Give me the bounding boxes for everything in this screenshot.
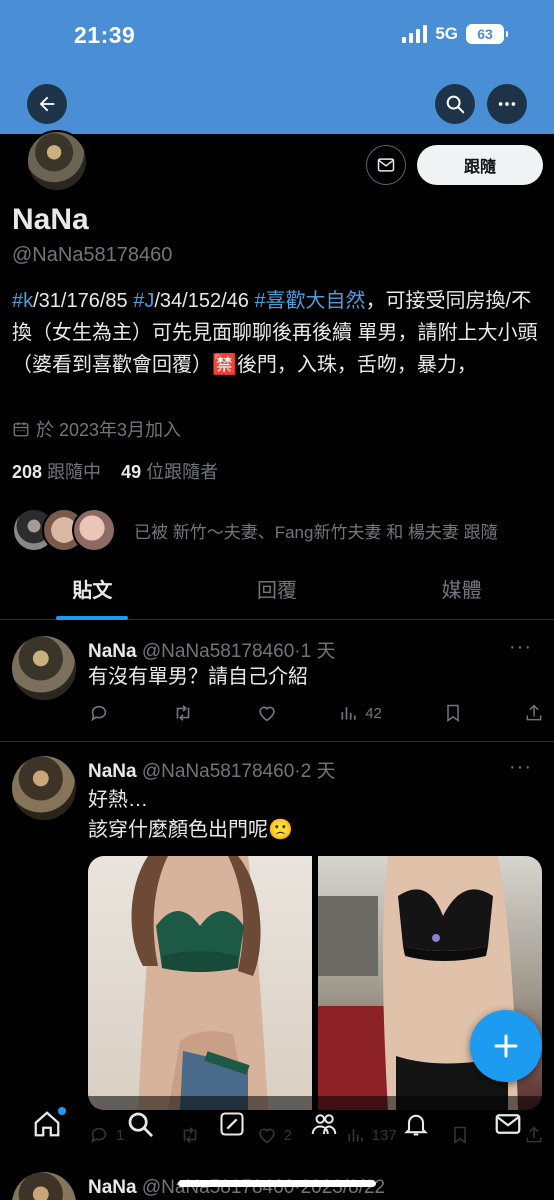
tweet-text-line: 好熱… bbox=[88, 789, 148, 811]
tab-posts[interactable]: 貼文 bbox=[0, 562, 185, 620]
joined-date: 於 2023年3月加入 bbox=[12, 416, 181, 442]
battery-icon: 63 bbox=[466, 24, 508, 44]
reply-icon bbox=[91, 705, 107, 722]
profile-stats: 208 跟隨中 49 位跟隨者 bbox=[12, 458, 218, 484]
more-icon[interactable] bbox=[487, 84, 527, 124]
tweet-text-line: 該穿什麼顏色出門呢🙁 bbox=[88, 819, 293, 841]
notifications-icon[interactable] bbox=[402, 1109, 430, 1144]
reply-button[interactable] bbox=[88, 702, 110, 724]
status-indicators: 5G 63 bbox=[402, 24, 508, 44]
tweet-actions: 42 bbox=[88, 700, 544, 726]
messages-icon[interactable] bbox=[493, 1109, 523, 1144]
cellular-signal-icon bbox=[402, 25, 428, 43]
bookmark-button[interactable] bbox=[443, 702, 463, 724]
home-indicator[interactable] bbox=[178, 1180, 376, 1187]
tweet-header: NaNa @NaNa58178460·2 天 bbox=[88, 761, 336, 782]
search-icon[interactable] bbox=[435, 84, 475, 124]
followed-by-text[interactable]: 已被 新竹～夫妻、Fang新竹夫妻 和 楊夫妻 跟隨 bbox=[134, 518, 498, 543]
profile-display-name: NaNa bbox=[12, 203, 89, 236]
views-button[interactable]: 42 bbox=[339, 703, 382, 723]
followers-link[interactable]: 49 位跟隨者 bbox=[121, 462, 218, 482]
tweet-photo[interactable] bbox=[88, 856, 312, 1110]
tab-replies[interactable]: 回覆 bbox=[185, 562, 370, 619]
following-link[interactable]: 208 跟隨中 bbox=[12, 462, 101, 482]
joined-text: 於 2023年3月加入 bbox=[36, 420, 182, 440]
hashtag-link[interactable]: #k bbox=[12, 290, 33, 312]
mail-icon bbox=[377, 158, 395, 172]
tweet-header: NaNa @NaNa58178460·1 天 bbox=[88, 641, 336, 662]
avatar bbox=[72, 508, 116, 552]
hashtag-link[interactable]: #喜歡大自然 bbox=[254, 290, 365, 312]
share-button[interactable] bbox=[524, 702, 544, 724]
network-type: 5G bbox=[435, 24, 458, 43]
retweet-button[interactable] bbox=[171, 702, 195, 724]
bio-text: /34/152/46 bbox=[154, 290, 255, 312]
back-arrow-icon[interactable] bbox=[27, 84, 67, 124]
tweet-media[interactable] bbox=[88, 856, 542, 1110]
heart-icon bbox=[259, 706, 275, 722]
message-button[interactable] bbox=[366, 145, 406, 185]
plus-icon bbox=[494, 1034, 518, 1058]
profile-bio: #k/31/176/85 #J/34/152/46 #喜歡大自然，可接受同房換/… bbox=[12, 285, 542, 381]
communities-icon[interactable] bbox=[309, 1109, 339, 1144]
bio-text: /31/176/85 bbox=[33, 290, 134, 312]
follow-button[interactable]: 跟隨 bbox=[417, 145, 543, 185]
bottom-nav bbox=[0, 1096, 554, 1156]
avatar[interactable] bbox=[12, 756, 76, 820]
tweet-more-icon[interactable]: ··· bbox=[509, 756, 532, 779]
profile-handle: @NaNa58178460 bbox=[12, 244, 173, 266]
home-icon[interactable] bbox=[32, 1106, 66, 1144]
calendar-icon bbox=[13, 422, 29, 437]
retweet-icon bbox=[176, 705, 190, 721]
like-button[interactable] bbox=[256, 702, 278, 724]
profile-avatar[interactable] bbox=[26, 130, 88, 192]
compose-button[interactable] bbox=[470, 1010, 542, 1082]
followed-by-avatars[interactable] bbox=[12, 508, 116, 552]
explore-search-icon[interactable] bbox=[125, 1109, 155, 1144]
views-icon bbox=[341, 707, 356, 720]
share-icon bbox=[526, 704, 542, 721]
tweet-more-icon[interactable]: ··· bbox=[509, 636, 532, 659]
bookmark-icon bbox=[447, 704, 459, 722]
tweet-text: 有沒有單男？請自己介紹 bbox=[88, 666, 308, 688]
grok-icon[interactable] bbox=[218, 1110, 246, 1143]
avatar[interactable] bbox=[12, 636, 76, 700]
tweet[interactable]: NaNa @NaNa58178460·1 天 ··· 有沒有單男？請自己介紹 4… bbox=[0, 620, 554, 742]
profile-tabs: 貼文 回覆 媒體 bbox=[0, 562, 554, 620]
hashtag-link[interactable]: #J bbox=[133, 290, 154, 312]
tab-media[interactable]: 媒體 bbox=[369, 562, 554, 619]
status-time: 21:39 bbox=[74, 22, 136, 48]
